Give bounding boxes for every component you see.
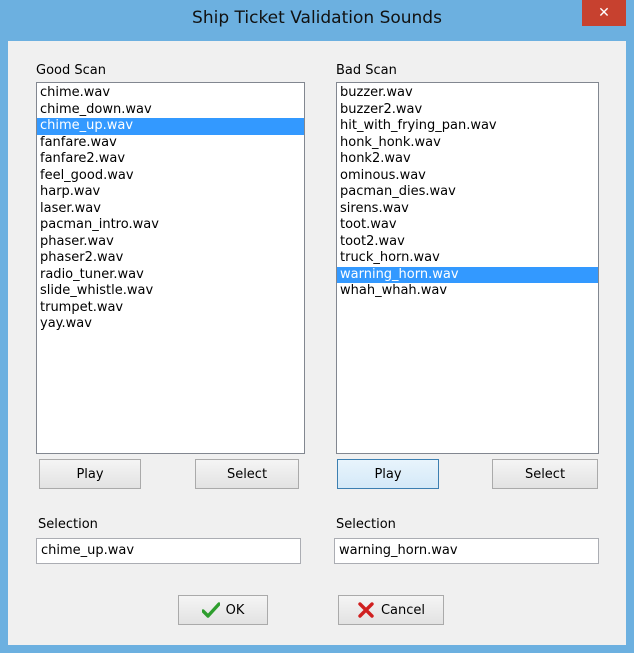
list-item[interactable]: honk_honk.wav [337, 135, 598, 152]
list-item[interactable]: harp.wav [37, 184, 304, 201]
list-item[interactable]: warning_horn.wav [337, 266, 598, 283]
list-item[interactable]: ominous.wav [337, 168, 598, 185]
list-item[interactable]: fanfare.wav [37, 135, 304, 152]
list-item[interactable]: whah_whah.wav [337, 283, 598, 300]
list-item[interactable]: hit_with_frying_pan.wav [337, 118, 598, 135]
list-item[interactable]: phaser2.wav [37, 250, 304, 267]
good-select-button[interactable]: Select [195, 459, 299, 489]
bad-selection-field[interactable]: warning_horn.wav [334, 538, 599, 564]
list-item[interactable]: trumpet.wav [37, 300, 304, 317]
good-selection-label: Selection [38, 517, 98, 532]
list-item[interactable]: chime.wav [37, 85, 304, 102]
bad-scan-label: Bad Scan [336, 63, 397, 78]
list-item[interactable]: truck_horn.wav [337, 250, 598, 267]
bad-scan-list[interactable]: buzzer.wav buzzer2.wav hit_with_frying_pan… [336, 82, 599, 454]
checkmark-icon [201, 601, 220, 619]
list-item[interactable]: laser.wav [37, 201, 304, 218]
list-item[interactable]: fanfare2.wav [37, 151, 304, 168]
window-title: Ship Ticket Validation Sounds [192, 8, 442, 28]
cancel-label: Cancel [380, 602, 426, 618]
list-item[interactable]: buzzer.wav [337, 85, 598, 102]
dialog-client-area: Good Scan chime.wav chime_down.wav chime_u… [8, 41, 626, 645]
close-button[interactable]: ✕ [582, 0, 626, 26]
ok-label: OK [225, 602, 245, 618]
list-item[interactable]: pacman_dies.wav [337, 184, 598, 201]
list-item[interactable]: toot.wav [337, 217, 598, 234]
list-item[interactable]: radio_tuner.wav [37, 267, 304, 284]
list-item[interactable]: toot2.wav [337, 234, 598, 251]
x-icon [357, 601, 375, 619]
good-selection-field[interactable]: chime_up.wav [36, 538, 301, 564]
ok-button[interactable]: OK [178, 595, 268, 625]
list-item[interactable]: phaser.wav [37, 234, 304, 251]
list-item[interactable]: feel_good.wav [37, 168, 304, 185]
bad-selection-label: Selection [336, 517, 396, 532]
title-bar: Ship Ticket Validation Sounds ✕ [0, 0, 634, 41]
bad-select-button[interactable]: Select [492, 459, 598, 489]
good-scan-list[interactable]: chime.wav chime_down.wav chime_up.wav fanfa… [36, 82, 305, 454]
list-item[interactable]: buzzer2.wav [337, 102, 598, 119]
bad-play-button[interactable]: Play [337, 459, 439, 489]
good-scan-label: Good Scan [36, 63, 106, 78]
list-item[interactable]: honk2.wav [337, 151, 598, 168]
cancel-button[interactable]: Cancel [338, 595, 444, 625]
list-item[interactable]: chime_down.wav [37, 102, 304, 119]
good-play-button[interactable]: Play [39, 459, 141, 489]
close-icon: ✕ [598, 5, 610, 21]
list-item[interactable]: slide_whistle.wav [37, 283, 304, 300]
list-item[interactable]: pacman_intro.wav [37, 217, 304, 234]
list-item[interactable]: yay.wav [37, 316, 304, 333]
list-item[interactable]: chime_up.wav [37, 118, 304, 135]
list-item[interactable]: sirens.wav [337, 201, 598, 218]
dialog-window: Ship Ticket Validation Sounds ✕ Good Sca… [0, 0, 634, 653]
